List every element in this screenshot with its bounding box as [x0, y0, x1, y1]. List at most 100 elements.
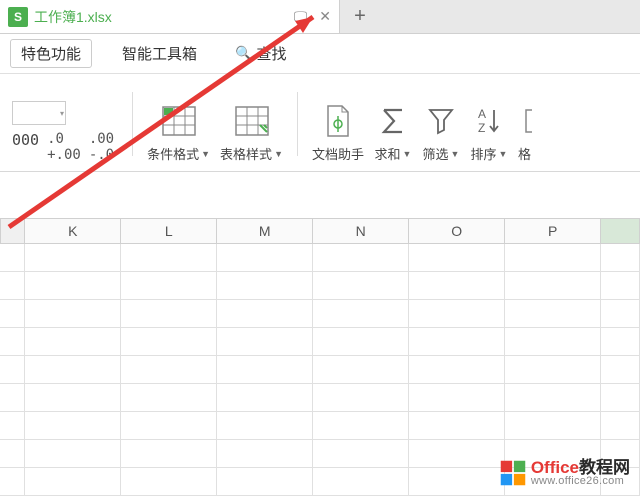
cell[interactable] — [313, 412, 409, 440]
cell[interactable] — [217, 272, 313, 300]
partial-group[interactable]: 格 — [518, 102, 532, 163]
row-header-cell[interactable] — [0, 440, 25, 468]
cell[interactable] — [601, 412, 640, 440]
cell[interactable] — [25, 440, 121, 468]
cell[interactable] — [409, 384, 505, 412]
cell[interactable] — [601, 384, 640, 412]
active-tab[interactable]: S 工作簿1.xlsx 🖵 ✕ — [0, 0, 340, 33]
cell[interactable] — [217, 412, 313, 440]
column-header[interactable]: K — [25, 218, 121, 244]
increase-decimal-button[interactable]: .0+.00 — [47, 131, 81, 163]
cell[interactable] — [601, 328, 640, 356]
decrease-decimal-button[interactable]: .00-.0 — [89, 131, 114, 163]
cell[interactable] — [409, 272, 505, 300]
cell[interactable] — [217, 328, 313, 356]
cell[interactable] — [25, 244, 121, 272]
row-header-cell[interactable] — [0, 356, 25, 384]
cell[interactable] — [601, 356, 640, 384]
cell[interactable] — [409, 440, 505, 468]
cell[interactable] — [121, 272, 217, 300]
column-header[interactable]: O — [409, 218, 505, 244]
svg-text:A: A — [478, 107, 486, 121]
cell[interactable] — [217, 244, 313, 272]
menu-smart-toolbox[interactable]: 智能工具箱 — [114, 39, 205, 68]
cell[interactable] — [313, 384, 409, 412]
spreadsheet-grid[interactable]: KLMNOP — [0, 218, 640, 496]
column-header[interactable]: M — [217, 218, 313, 244]
cell[interactable] — [217, 468, 313, 496]
cell[interactable] — [313, 356, 409, 384]
cell[interactable] — [217, 440, 313, 468]
cell[interactable] — [25, 384, 121, 412]
sum-button[interactable]: 求和▼ — [374, 102, 412, 163]
close-tab-icon[interactable]: ✕ — [319, 8, 331, 25]
row-header-cell[interactable] — [0, 412, 25, 440]
cell[interactable] — [313, 300, 409, 328]
cell[interactable] — [409, 468, 505, 496]
cell[interactable] — [409, 328, 505, 356]
row-header-cell[interactable] — [0, 384, 25, 412]
cell[interactable] — [601, 244, 640, 272]
doc-helper-button[interactable]: 文档助手 — [312, 102, 364, 163]
cell[interactable] — [313, 244, 409, 272]
presentation-mode-icon[interactable]: 🖵 — [294, 8, 308, 25]
menu-search[interactable]: 🔍 查找 — [227, 39, 294, 68]
cell[interactable] — [121, 244, 217, 272]
sort-button[interactable]: AZ 排序▼ — [470, 102, 508, 163]
thousands-separator-button[interactable]: 000 — [12, 131, 39, 163]
cell[interactable] — [25, 328, 121, 356]
cell[interactable] — [25, 356, 121, 384]
row-header-cell[interactable] — [0, 272, 25, 300]
row-header-corner[interactable] — [0, 218, 25, 244]
cell[interactable] — [409, 412, 505, 440]
row-header-cell[interactable] — [0, 244, 25, 272]
cell[interactable] — [121, 384, 217, 412]
cell[interactable] — [121, 328, 217, 356]
cell[interactable] — [601, 300, 640, 328]
cell[interactable] — [409, 356, 505, 384]
chevron-down-icon: ▼ — [403, 149, 412, 159]
cell[interactable] — [313, 328, 409, 356]
cell[interactable] — [505, 272, 601, 300]
cell[interactable] — [313, 440, 409, 468]
cell[interactable] — [313, 468, 409, 496]
table-style-button[interactable]: 表格样式▼ — [220, 102, 283, 163]
column-header[interactable]: P — [505, 218, 601, 244]
cell[interactable] — [217, 356, 313, 384]
cell[interactable] — [505, 412, 601, 440]
cell[interactable] — [601, 272, 640, 300]
column-header[interactable]: N — [313, 218, 409, 244]
cell[interactable] — [25, 412, 121, 440]
cell[interactable] — [121, 412, 217, 440]
cell[interactable] — [121, 356, 217, 384]
chevron-down-icon: ▼ — [274, 149, 283, 159]
new-tab-button[interactable]: + — [340, 0, 380, 33]
row-header-cell[interactable] — [0, 328, 25, 356]
cell[interactable] — [313, 272, 409, 300]
cell[interactable] — [25, 272, 121, 300]
column-header[interactable]: L — [121, 218, 217, 244]
table-row — [0, 272, 640, 300]
cell[interactable] — [217, 384, 313, 412]
row-header-cell[interactable] — [0, 300, 25, 328]
column-header[interactable] — [601, 218, 640, 244]
cell[interactable] — [217, 300, 313, 328]
cell[interactable] — [121, 468, 217, 496]
cell[interactable] — [121, 440, 217, 468]
cell[interactable] — [409, 300, 505, 328]
cell[interactable] — [25, 468, 121, 496]
cell[interactable] — [409, 244, 505, 272]
cell[interactable] — [505, 384, 601, 412]
cell[interactable] — [505, 244, 601, 272]
cell[interactable] — [505, 300, 601, 328]
number-format-dropdown[interactable] — [12, 101, 66, 125]
cell[interactable] — [505, 356, 601, 384]
cell[interactable] — [505, 328, 601, 356]
cell[interactable] — [25, 300, 121, 328]
filter-button[interactable]: 筛选▼ — [422, 102, 460, 163]
cell[interactable] — [121, 300, 217, 328]
watermark: Office教程网 www.office26.com — [499, 459, 630, 488]
conditional-format-button[interactable]: 条件格式▼ — [147, 102, 210, 163]
row-header-cell[interactable] — [0, 468, 25, 496]
menu-special-features[interactable]: 特色功能 — [10, 39, 92, 68]
